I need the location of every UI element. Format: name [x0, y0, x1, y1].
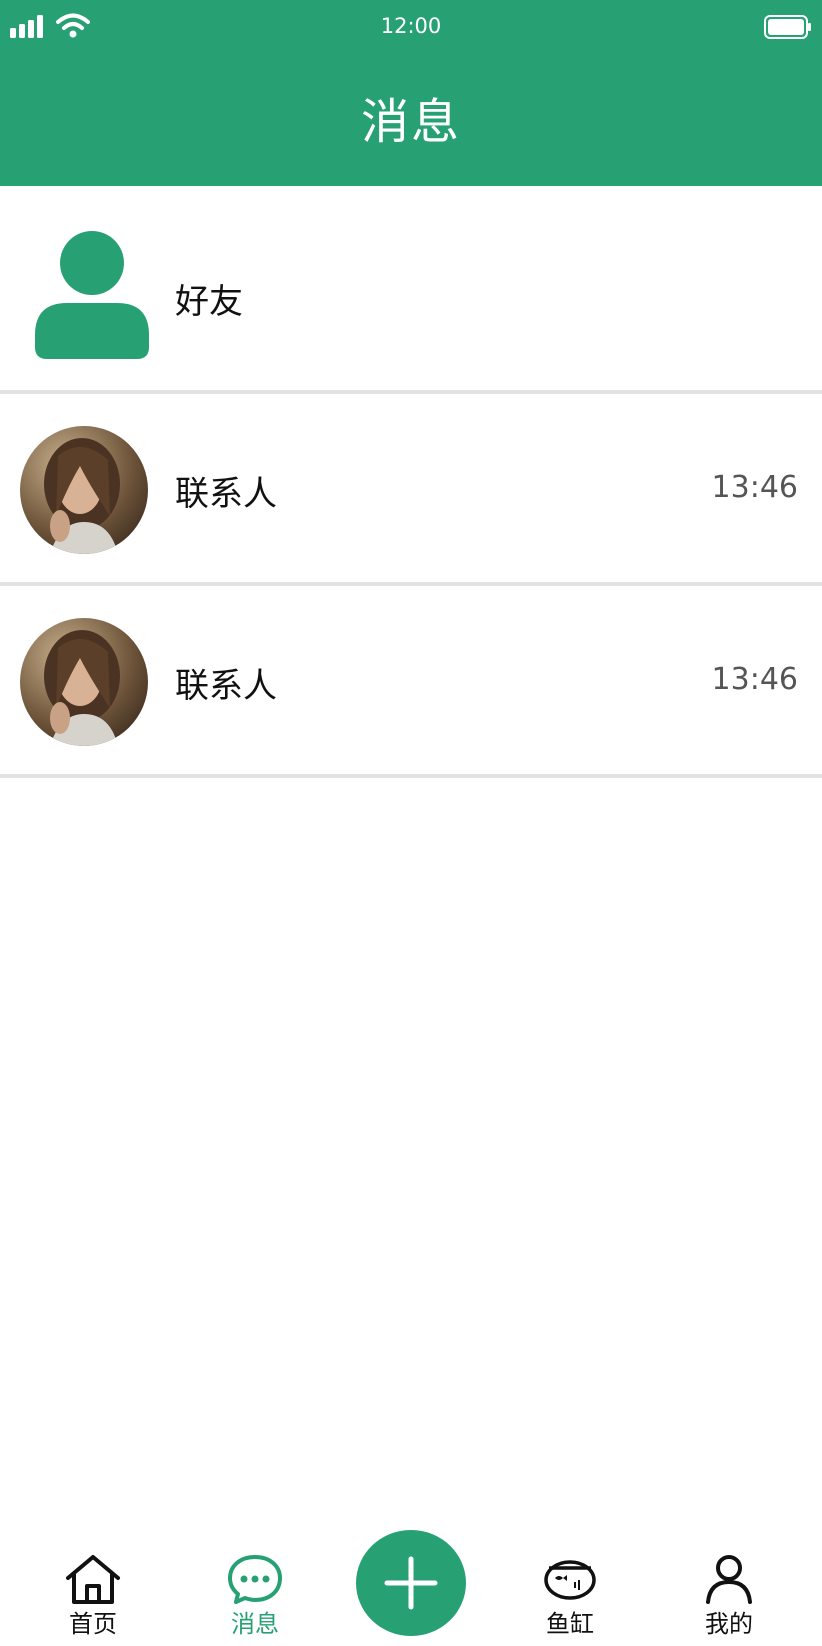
friends-row[interactable]: 好友 [0, 186, 822, 394]
tab-mine-label: 我的 [705, 1610, 753, 1638]
page-title: 消息 [360, 94, 461, 150]
contact-row[interactable]: 联系人 13:46 [0, 586, 822, 778]
person-icon [35, 231, 149, 359]
tab-tank[interactable]: 鱼缸 [515, 1554, 625, 1644]
chat-bubble-icon [228, 1555, 282, 1604]
tab-messages-label: 消息 [231, 1610, 279, 1638]
message-list: 好友 联系人 13:46 联系人 13:46 [0, 186, 822, 778]
tab-mine[interactable]: 我的 [674, 1554, 784, 1644]
message-time: 13:46 [711, 470, 798, 505]
home-icon [66, 1555, 120, 1604]
battery-icon [764, 15, 811, 39]
contact-row[interactable]: 联系人 13:46 [0, 394, 822, 586]
bottom-tab-bar: 首页 消息 鱼缸 我的 [0, 1520, 822, 1646]
tab-messages[interactable]: 消息 [200, 1554, 310, 1644]
add-button[interactable] [356, 1530, 466, 1636]
tab-home-label: 首页 [69, 1610, 117, 1638]
tab-home[interactable]: 首页 [38, 1554, 148, 1644]
contact-name: 联系人 [175, 666, 277, 706]
user-icon [706, 1555, 752, 1604]
contact-name: 联系人 [175, 474, 277, 514]
friends-label: 好友 [175, 282, 243, 322]
status-bar: 12:00 [0, 0, 822, 56]
tab-tank-label: 鱼缸 [546, 1610, 594, 1638]
contact-avatar [20, 618, 148, 746]
plus-icon [384, 1556, 438, 1610]
top-app-bar: 12:00 消息 [0, 0, 822, 186]
message-time: 13:46 [711, 662, 798, 697]
status-time: 12:00 [380, 14, 442, 38]
fish-tank-icon [544, 1560, 596, 1600]
contact-avatar [20, 426, 148, 554]
